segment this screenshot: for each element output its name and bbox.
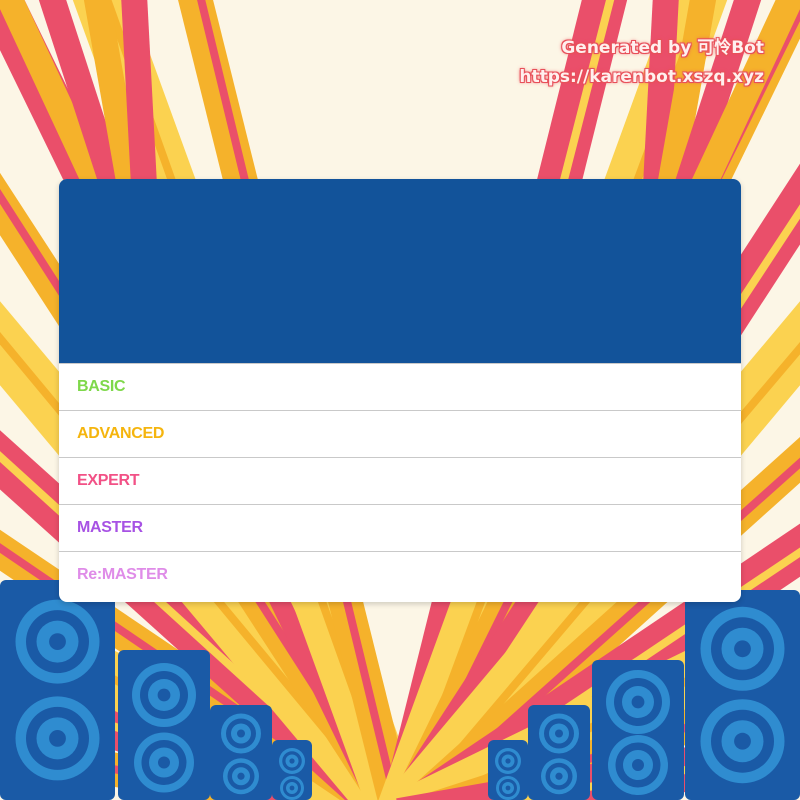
difficulty-label-basic: BASIC: [77, 378, 126, 395]
card-header-banner: [59, 179, 741, 363]
speaker-cone: [49, 730, 66, 747]
difficulty-row-expert: EXPERT: [59, 457, 741, 504]
speaker-cone: [237, 729, 245, 738]
difficulty-row-remaster: Re:MASTER: [59, 551, 741, 598]
difficulty-row-master: MASTER: [59, 504, 741, 551]
speaker-cone: [505, 785, 511, 791]
difficulty-row-advanced: ADVANCED: [59, 410, 741, 457]
speaker-cone: [289, 758, 295, 764]
speaker-cone: [158, 756, 170, 769]
watermark-credit: Generated by 可怜Bot https://karenbot.xszq…: [519, 34, 764, 92]
speaker-cabinet: [488, 740, 528, 800]
speaker-cone: [157, 688, 171, 702]
speaker-cabinet: [528, 705, 590, 800]
speaker-cone: [237, 772, 245, 780]
difficulty-label-advanced: ADVANCED: [77, 425, 165, 442]
speaker-cone: [555, 772, 563, 780]
difficulty-row-basic: BASIC: [59, 363, 741, 410]
difficulty-label-master: MASTER: [77, 519, 143, 536]
speaker-cone: [734, 640, 751, 658]
speaker-cabinet: [0, 580, 115, 800]
credit-generated-by: Generated by 可怜Bot: [561, 38, 764, 58]
speaker-cabinet: [210, 705, 272, 800]
credit-url: https://karenbot.xszq.xyz: [519, 67, 764, 87]
speaker-cabinet: [592, 660, 684, 800]
speaker-cabinet: [118, 650, 210, 800]
song-info-card: BASIC ADVANCED EXPERT MASTER Re:MASTER: [59, 179, 741, 602]
speaker-cabinet: [272, 740, 312, 800]
speaker-cone: [505, 758, 511, 764]
difficulty-label-expert: EXPERT: [77, 472, 140, 489]
difficulty-label-remaster: Re:MASTER: [77, 566, 168, 583]
speaker-cone: [555, 729, 563, 738]
speaker-cabinet: [685, 590, 800, 800]
speaker-cone: [49, 633, 66, 650]
speaker-cone: [734, 732, 751, 750]
speaker-cone: [631, 695, 645, 709]
speaker-cone: [289, 785, 295, 791]
speaker-cone: [632, 759, 644, 771]
